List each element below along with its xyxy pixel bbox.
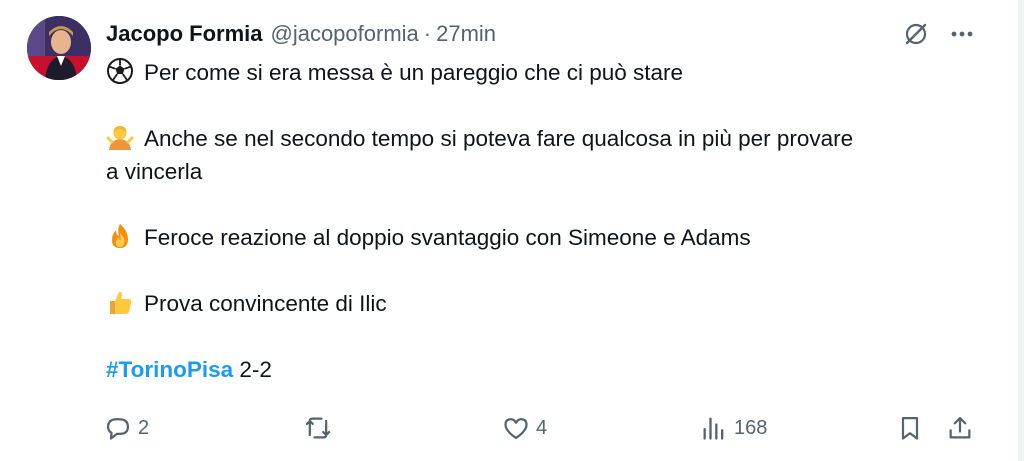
author-handle[interactable]: @jacopoformia — [270, 21, 418, 47]
bookmark-button[interactable] — [896, 410, 924, 446]
timeline-border — [1018, 0, 1024, 461]
share-icon — [949, 416, 971, 439]
more-dots-icon — [951, 31, 973, 37]
score-text: 2-2 — [233, 357, 272, 382]
views-button[interactable]: 168 — [700, 410, 767, 446]
line-3-text: Feroce reazione al doppio svantaggio con… — [144, 225, 751, 250]
views-chart-icon — [703, 417, 724, 440]
views-count: 168 — [734, 416, 768, 439]
repost-button[interactable] — [304, 410, 338, 446]
reply-button[interactable]: 2 — [104, 410, 149, 446]
timestamp[interactable]: 27min — [436, 21, 496, 47]
action-bar: 2 4 168 — [104, 410, 984, 446]
like-count: 4 — [536, 416, 548, 439]
avatar[interactable] — [27, 16, 91, 80]
text-line: Anche se nel secondo tempo si poteva far… — [106, 122, 986, 155]
text-line: Prova convincente di Ilic — [106, 287, 986, 320]
grok-button[interactable] — [900, 18, 932, 50]
soccer-ball-icon — [107, 58, 133, 84]
line-2b-text: a vincerla — [106, 159, 203, 184]
reply-count: 2 — [138, 416, 150, 439]
like-button[interactable]: 4 — [502, 410, 547, 446]
grok-icon — [905, 23, 927, 45]
bookmark-icon — [901, 416, 919, 440]
tweet-text: Per come si era messa è un pareggio che … — [106, 56, 986, 386]
heart-icon — [504, 418, 528, 440]
tweet-header: Jacopo Formia @jacopoformia · 27min — [106, 18, 496, 50]
share-button[interactable] — [946, 410, 974, 446]
more-options-button[interactable] — [946, 18, 978, 50]
line-2a-text: Anche se nel secondo tempo si poteva far… — [144, 126, 854, 151]
repost-icon — [305, 417, 331, 439]
text-line: a vincerla — [106, 155, 986, 188]
hashtag-link[interactable]: #TorinoPisa — [106, 357, 233, 382]
text-line: Feroce reazione al doppio svantaggio con… — [106, 221, 986, 254]
separator-dot: · — [423, 21, 432, 46]
text-line: Per come si era messa è un pareggio che … — [106, 56, 986, 89]
author-name[interactable]: Jacopo Formia — [106, 21, 262, 47]
line-1-text: Per come si era messa è un pareggio che … — [144, 60, 684, 85]
fire-icon — [112, 224, 128, 248]
shrugging-person-icon — [106, 126, 134, 150]
avatar-photo — [27, 16, 91, 80]
line-4-text: Prova convincente di Ilic — [144, 291, 387, 316]
text-line: #TorinoPisa 2-2 — [106, 353, 986, 386]
thumbs-up-icon — [110, 291, 132, 314]
reply-icon — [106, 418, 130, 440]
